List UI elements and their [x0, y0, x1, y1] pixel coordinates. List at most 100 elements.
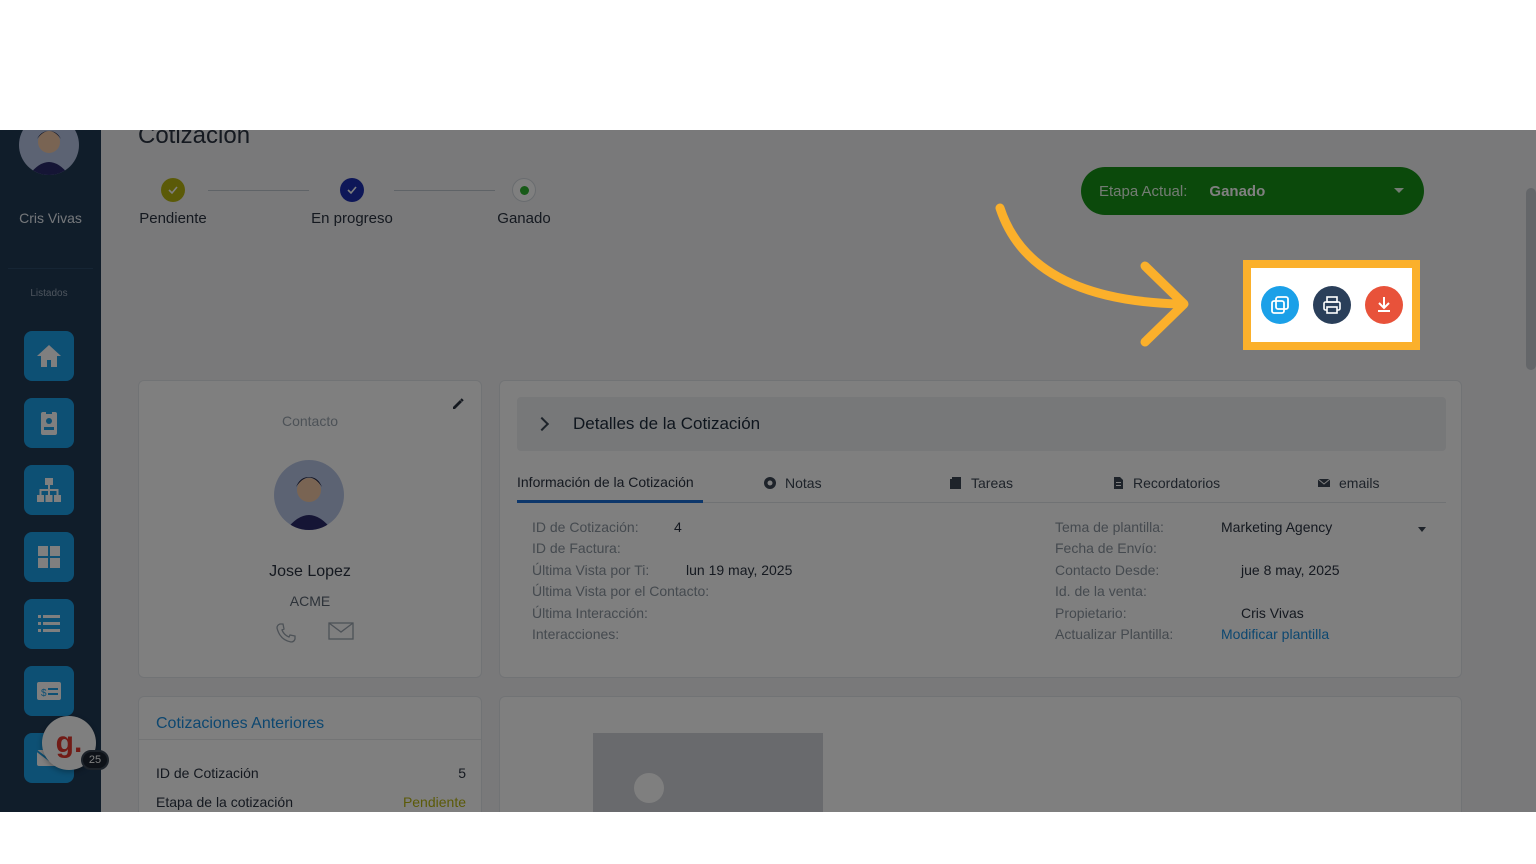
g-logo-icon: g. — [55, 726, 83, 759]
pencil-icon[interactable] — [451, 397, 465, 411]
phone-icon[interactable] — [274, 621, 298, 645]
list-item: Etapa de la cotización Pendiente — [156, 794, 466, 810]
field-label: Id. de la venta: — [1055, 583, 1147, 599]
details-accordion-header[interactable]: Detalles de la Cotización — [517, 397, 1446, 451]
divider — [139, 739, 481, 740]
envelope-icon[interactable] — [328, 621, 354, 641]
notification-count: 25 — [81, 750, 109, 770]
chevron-down-icon[interactable] — [1418, 527, 1426, 532]
current-step-dot-icon — [512, 178, 536, 202]
svg-text:$: $ — [41, 688, 47, 699]
etapa-label: Etapa Actual: — [1099, 182, 1188, 200]
check-icon — [161, 178, 185, 202]
step-ganado[interactable]: Ganado — [464, 178, 584, 227]
sidebar-item-org[interactable] — [24, 465, 74, 515]
step-en-progreso[interactable]: En progreso — [292, 178, 412, 227]
print-button[interactable] — [1313, 286, 1351, 324]
grid-icon — [38, 546, 60, 568]
contact-avatar — [274, 460, 344, 530]
chevron-down-icon — [1394, 188, 1404, 193]
email-icon — [1317, 478, 1331, 487]
tab-emails[interactable]: emails — [1317, 463, 1379, 503]
page-title: Cotización — [138, 130, 251, 149]
preview-thumbnail — [593, 733, 823, 812]
etapa-value: Ganado — [1209, 182, 1266, 200]
download-icon — [1378, 297, 1390, 312]
contact-name: Jose Lopez — [269, 563, 351, 580]
copy-button[interactable] — [1261, 286, 1299, 324]
tab-informacion[interactable]: Información de la Cotización — [517, 463, 703, 503]
field-label: ID de Cotización: — [532, 519, 639, 535]
quote-details-card: Detalles de la Cotización Información de… — [499, 380, 1462, 678]
user-avatar[interactable] — [19, 130, 79, 175]
tasks-icon — [950, 477, 961, 489]
sidebar: Cris Vivas Listados $ — [0, 130, 101, 812]
field-label: Última Vista por el Contacto: — [532, 583, 710, 599]
tab-recordatorios[interactable]: Recordatorios — [1111, 463, 1220, 503]
tab-tareas[interactable]: Tareas — [949, 463, 1013, 503]
copy-icon — [1271, 296, 1289, 314]
field-label: Última Vista por Ti: — [532, 562, 650, 578]
tab-label: Tareas — [971, 475, 1014, 491]
field-label: Contacto Desde: — [1055, 562, 1160, 578]
quote-preview-card — [499, 696, 1462, 812]
last-viewed-value: lun 19 may, 2025 — [686, 562, 793, 578]
row-value: 5 — [458, 765, 466, 781]
details-title: Detalles de la Cotización — [573, 414, 761, 433]
sidebar-item-contacts[interactable] — [24, 398, 74, 448]
field-label: Fecha de Envío: — [1055, 540, 1157, 556]
details-tabs: Información de la Cotización Notas Tarea… — [517, 463, 1446, 503]
step-pendiente[interactable]: Pendiente — [113, 178, 233, 227]
user-name: Cris Vivas — [19, 210, 82, 226]
field-label: Tema de plantilla: — [1055, 519, 1164, 535]
owner-value: Cris Vivas — [1241, 605, 1304, 621]
contact-company: ACME — [289, 593, 331, 609]
contact-label: Contacto — [281, 413, 339, 429]
quote-id-value: 4 — [674, 519, 682, 535]
quote-icon: $ — [37, 682, 61, 700]
tab-notas[interactable]: Notas — [763, 463, 822, 503]
download-button[interactable] — [1365, 286, 1403, 324]
reminders-icon — [1114, 477, 1123, 489]
sidebar-item-quotes[interactable]: $ — [24, 666, 74, 716]
sidebar-item-home[interactable] — [24, 331, 74, 381]
print-icon — [1323, 296, 1341, 314]
field-label: ID de Factura: — [532, 540, 621, 556]
sidebar-section-label: Listados — [30, 288, 68, 299]
step-label: Pendiente — [139, 210, 207, 227]
row-label: ID de Cotización — [156, 765, 259, 781]
previous-quotes-card: Cotizaciones Anteriores ID de Cotización… — [138, 696, 482, 812]
scrollbar[interactable] — [1526, 188, 1536, 370]
field-label: Interacciones: — [532, 626, 620, 642]
contact-since-value: jue 8 may, 2025 — [1241, 562, 1340, 578]
status-badge: Pendiente — [402, 794, 466, 810]
contact-card: Contacto Jose Lopez ACME — [138, 380, 482, 678]
sidebar-item-list[interactable] — [24, 599, 74, 649]
tab-label: Recordatorios — [1133, 475, 1221, 491]
previous-quotes-title: Cotizaciones Anteriores — [156, 715, 325, 732]
field-label: Última Interacción: — [532, 605, 648, 621]
tab-label: Información de la Cotización — [517, 473, 694, 490]
sidebar-item-grid[interactable] — [24, 532, 74, 582]
list-icon — [38, 615, 60, 632]
notes-icon — [764, 477, 776, 489]
check-icon — [340, 178, 364, 202]
quote-actions-highlight — [1243, 260, 1420, 350]
modify-template-link[interactable]: Modificar plantilla — [1221, 626, 1329, 642]
chevron-right-icon — [534, 416, 550, 432]
step-label: Ganado — [497, 210, 551, 227]
sidebar-divider — [8, 268, 93, 269]
row-label: Etapa de la cotización — [156, 794, 293, 810]
pointer-arrow-icon — [995, 203, 1189, 347]
contacts-icon — [41, 410, 57, 435]
app-viewport: Cris Vivas Listados $ g. 25 Cotización P… — [0, 130, 1536, 812]
org-chart-icon — [37, 478, 61, 502]
template-select[interactable]: Marketing Agency — [1221, 519, 1332, 535]
home-icon — [37, 345, 61, 367]
field-label: Propietario: — [1055, 605, 1127, 621]
step-label: En progreso — [311, 210, 393, 227]
tab-label: emails — [1339, 475, 1380, 491]
field-label: Actualizar Plantilla: — [1055, 626, 1174, 642]
list-item: ID de Cotización 5 — [156, 765, 466, 781]
tab-label: Notas — [785, 475, 822, 491]
